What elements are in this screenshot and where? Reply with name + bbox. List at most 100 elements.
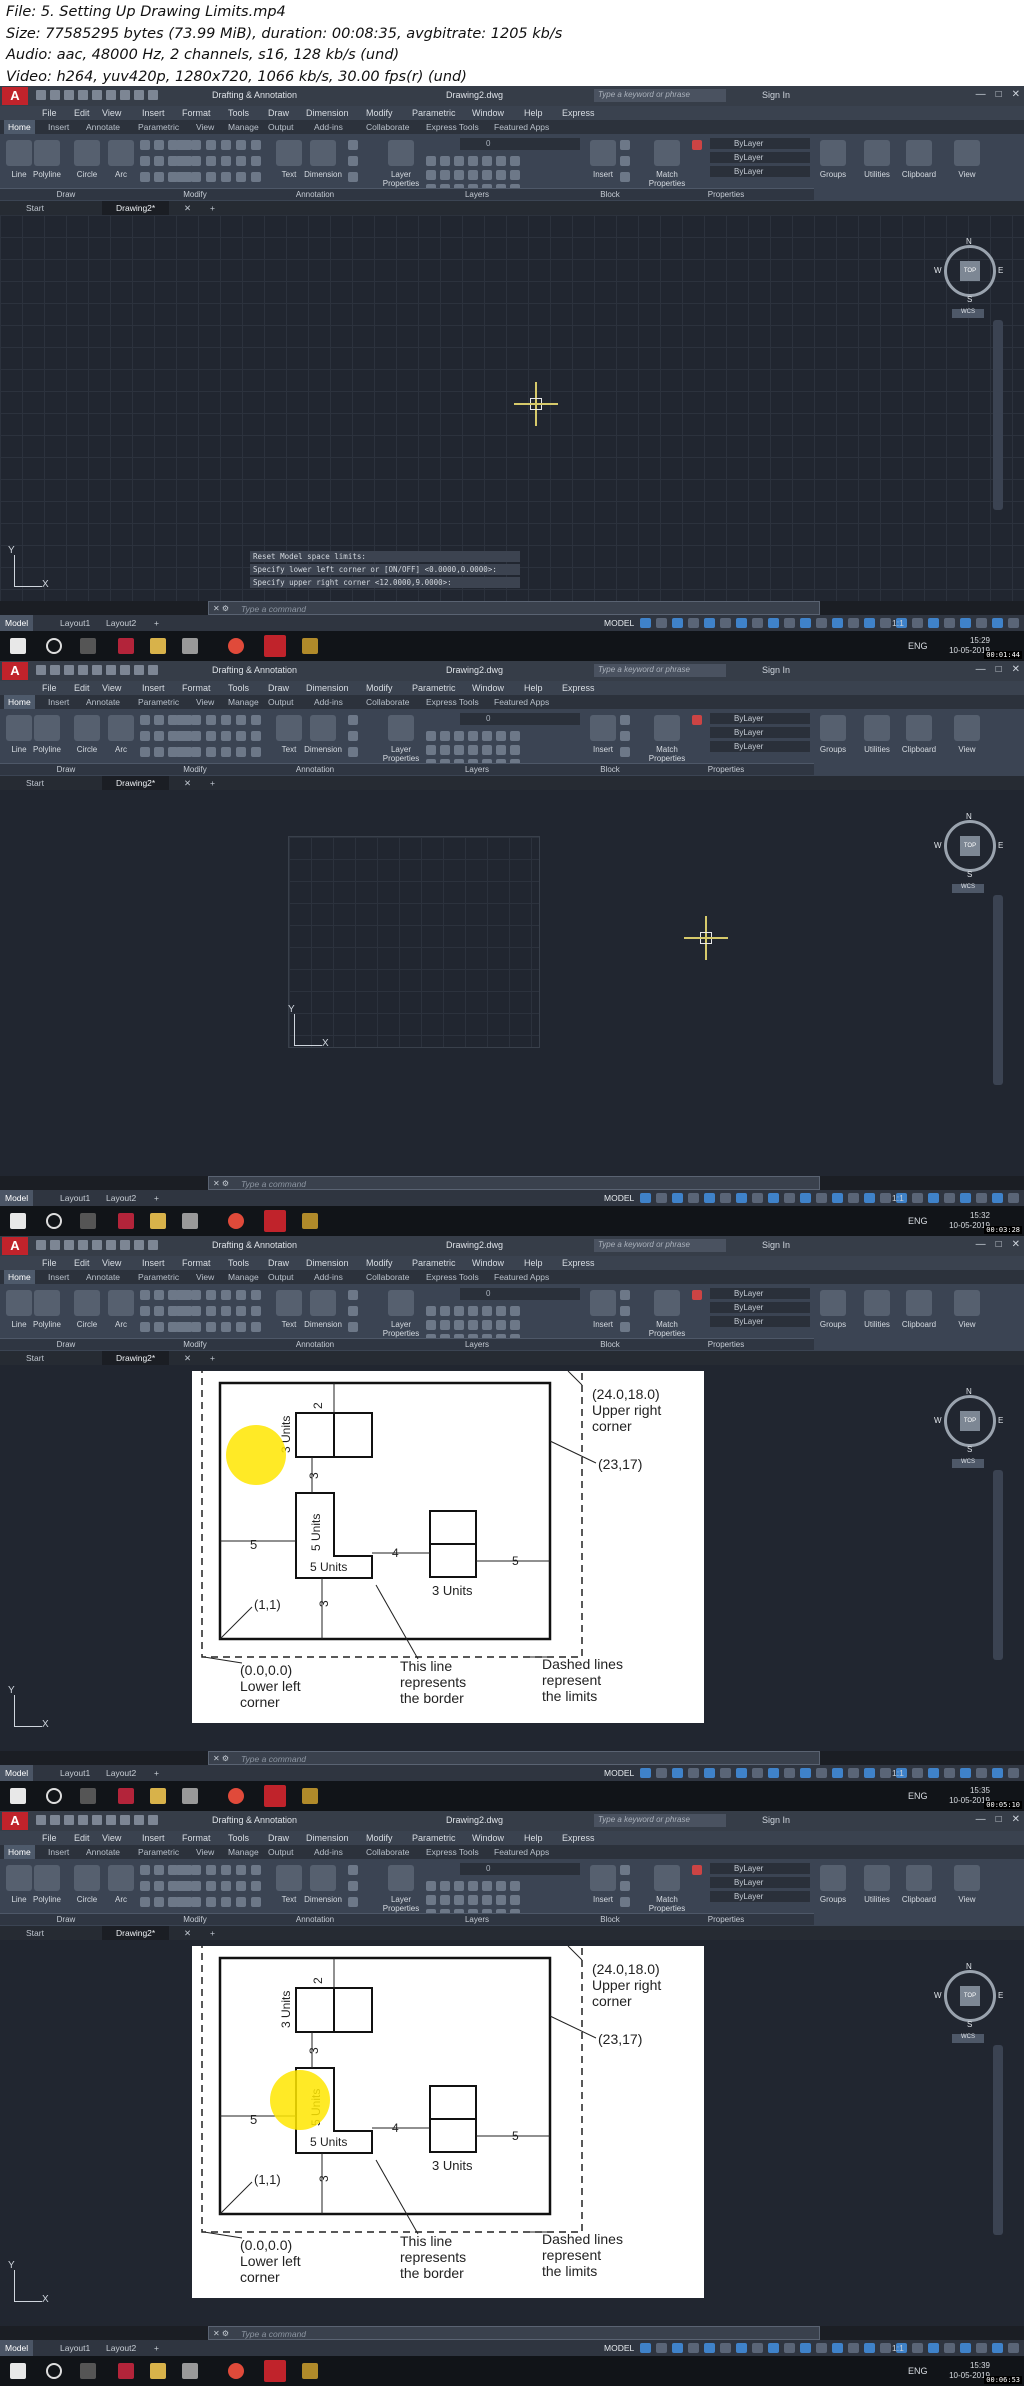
ribbon-tab[interactable]: Add-ins	[314, 1847, 343, 1857]
command-line[interactable]: ✕ ⚙ Type a command	[208, 2326, 820, 2340]
panel-block[interactable]: Block	[582, 1913, 638, 1925]
modify-tool-icon[interactable]	[236, 1897, 246, 1907]
status-toggle-icon[interactable]	[752, 1193, 763, 1203]
status-toggle-icon[interactable]	[992, 2343, 1003, 2353]
status-toggle-icon[interactable]	[688, 1193, 699, 1203]
modify-tool-icon[interactable]	[176, 1897, 186, 1907]
navigation-bar[interactable]	[993, 2045, 1003, 2235]
ribbon-tab[interactable]: View	[196, 1847, 214, 1857]
windows-start-icon[interactable]	[10, 1788, 26, 1804]
ribbon-tab[interactable]: Express Tools	[426, 1847, 479, 1857]
polyline-tool-icon[interactable]	[34, 1865, 60, 1891]
autocad-taskbar-icon[interactable]	[264, 635, 286, 657]
status-toggle-icon[interactable]	[960, 618, 971, 628]
app-icon[interactable]	[302, 1213, 318, 1229]
menu-item[interactable]: File	[42, 1258, 57, 1268]
status-toggle-icon[interactable]	[704, 2343, 715, 2353]
panel-block[interactable]: Block	[582, 188, 638, 200]
bylayer-dropdown[interactable]: ByLayer	[710, 1877, 810, 1888]
modify-tool-icon[interactable]	[191, 731, 201, 741]
modify-tool-icon[interactable]	[251, 156, 261, 166]
layer-tool-icon[interactable]	[510, 1881, 520, 1891]
view-tool-icon[interactable]	[954, 1865, 980, 1891]
modify-tool-icon[interactable]	[191, 747, 201, 757]
annotation-small-icon[interactable]	[348, 1322, 358, 1332]
draw-small-icon[interactable]	[154, 1290, 164, 1300]
menu-item[interactable]: File	[42, 1833, 57, 1843]
groups-tool-icon[interactable]	[820, 1865, 846, 1891]
modify-tool-icon[interactable]	[236, 172, 246, 182]
status-toggle-icon[interactable]	[784, 1768, 795, 1778]
status-toggle-icon[interactable]	[864, 1768, 875, 1778]
layer-tool-icon[interactable]	[440, 1881, 450, 1891]
layout-tab-layout2[interactable]: Layout2	[106, 2343, 136, 2353]
panel-annotation[interactable]: Annotation	[258, 763, 372, 775]
status-toggle-icon[interactable]	[848, 2343, 859, 2353]
ribbon-tab[interactable]: Featured Apps	[494, 122, 549, 132]
groups-tool-icon[interactable]	[820, 140, 846, 166]
menu-item[interactable]: Express	[562, 1258, 595, 1268]
menu-item[interactable]: Insert	[142, 1833, 165, 1843]
modify-tool-icon[interactable]	[236, 1306, 246, 1316]
app-icon[interactable]	[182, 2363, 198, 2379]
qat-icon[interactable]	[134, 1815, 144, 1825]
qat-icon[interactable]	[106, 665, 116, 675]
tab-start[interactable]: Start	[26, 1353, 44, 1363]
circle-tool-icon[interactable]	[74, 140, 100, 166]
model-space-button[interactable]: MODEL	[604, 1193, 634, 1203]
qat-icon[interactable]	[36, 665, 46, 675]
status-toggle-icon[interactable]	[880, 618, 891, 628]
app-icon[interactable]	[182, 1213, 198, 1229]
layer-tool-icon[interactable]	[468, 745, 478, 755]
draw-small-icon[interactable]	[140, 1290, 150, 1300]
model-space-button[interactable]: MODEL	[604, 618, 634, 628]
status-toggle-icon[interactable]	[704, 1193, 715, 1203]
status-toggle-icon[interactable]	[720, 618, 731, 628]
bylayer-dropdown[interactable]: ByLayer	[710, 166, 810, 177]
menu-item[interactable]: Tools	[228, 683, 249, 693]
annotation-small-icon[interactable]	[348, 140, 358, 150]
block-small-icon[interactable]	[620, 140, 630, 150]
search-input[interactable]: Type a keyword or phrase	[594, 1814, 726, 1827]
drawing-canvas[interactable]: Y X TOP N S E W WCS Reset Model space li…	[0, 215, 1024, 601]
status-toggle-icon[interactable]	[784, 618, 795, 628]
modify-tool-icon[interactable]	[251, 140, 261, 150]
status-toggle-icon[interactable]	[704, 618, 715, 628]
qat-icon[interactable]	[50, 1240, 60, 1250]
arc-tool-icon[interactable]	[108, 715, 134, 741]
menu-item[interactable]: Format	[182, 108, 211, 118]
insert-tool-icon[interactable]	[590, 1865, 616, 1891]
menu-item[interactable]: Help	[524, 683, 543, 693]
layer-tool-icon[interactable]	[426, 745, 436, 755]
status-toggle-icon[interactable]	[720, 2343, 731, 2353]
layer-tool-icon[interactable]	[510, 1306, 520, 1316]
modify-tool-icon[interactable]	[176, 1881, 186, 1891]
status-toggle-icon[interactable]	[960, 1768, 971, 1778]
ribbon-tab[interactable]: Insert	[48, 1272, 69, 1282]
autocad-logo-icon[interactable]: A	[2, 662, 28, 680]
circle-tool-icon[interactable]	[74, 1290, 100, 1316]
sign-in-button[interactable]: Sign In	[762, 90, 790, 100]
insert-tool-icon[interactable]	[590, 715, 616, 741]
ribbon-tab[interactable]: Featured Apps	[494, 697, 549, 707]
model-space-button[interactable]: MODEL	[604, 2343, 634, 2353]
status-toggle-icon[interactable]	[1008, 1768, 1019, 1778]
layer-tool-icon[interactable]	[426, 170, 436, 180]
qat-icon[interactable]	[106, 90, 116, 100]
layer-dropdown[interactable]: 0	[460, 1863, 580, 1875]
layer-dropdown[interactable]: 0	[460, 138, 580, 150]
draw-small-icon[interactable]	[154, 1881, 164, 1891]
status-toggle-icon[interactable]	[928, 1193, 939, 1203]
qat-icon[interactable]	[78, 665, 88, 675]
tab-drawing2[interactable]: Drawing2*	[102, 776, 170, 790]
status-toggle-icon[interactable]	[688, 1768, 699, 1778]
status-toggle-icon[interactable]	[736, 2343, 747, 2353]
groups-tool-icon[interactable]	[820, 715, 846, 741]
file-explorer-icon[interactable]	[150, 2363, 166, 2379]
ribbon-tab[interactable]: Output	[268, 1847, 294, 1857]
layer-tool-icon[interactable]	[440, 156, 450, 166]
modify-tool-icon[interactable]	[191, 1322, 201, 1332]
app-icon[interactable]	[118, 2363, 134, 2379]
tab-start[interactable]: Start	[26, 778, 44, 788]
ribbon-tab[interactable]: View	[196, 122, 214, 132]
